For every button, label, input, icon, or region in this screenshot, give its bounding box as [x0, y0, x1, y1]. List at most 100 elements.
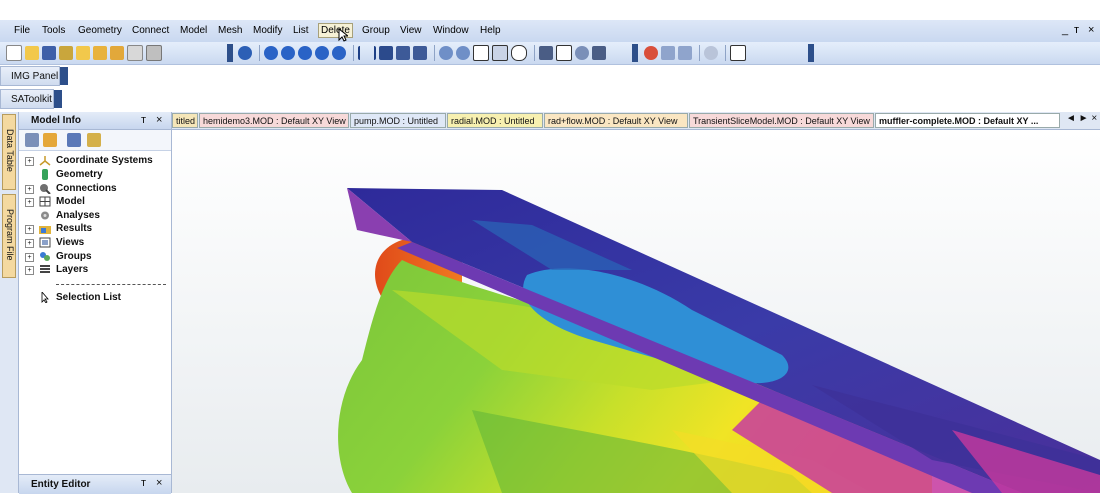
settings-icon[interactable]	[704, 46, 718, 60]
new-file-icon[interactable]	[6, 45, 22, 61]
toolbar-grip[interactable]	[227, 44, 233, 62]
rotate-up-icon[interactable]	[298, 46, 312, 60]
pick-icon[interactable]	[661, 46, 675, 60]
toolbar-grip-3[interactable]	[808, 44, 814, 62]
select-box-icon[interactable]	[678, 46, 692, 60]
globe-icon[interactable]	[238, 46, 252, 60]
pan-icon[interactable]	[358, 46, 376, 60]
entity-editor-title: Entity Editor	[31, 479, 91, 490]
print-icon[interactable]	[146, 45, 162, 61]
tree-sort-icon[interactable]	[67, 133, 81, 147]
expand-icon[interactable]: +	[25, 253, 34, 262]
key-icon[interactable]	[59, 46, 73, 60]
tree-item-connections[interactable]: + Connections	[19, 183, 171, 196]
layers-icon	[40, 265, 50, 273]
autoscale-icon[interactable]	[492, 45, 508, 61]
toolbar-grip-2[interactable]	[632, 44, 638, 62]
close-window-button[interactable]: ×	[1088, 24, 1094, 36]
close-icon[interactable]: ×	[156, 114, 162, 126]
tree-options-icon[interactable]	[25, 133, 39, 147]
view-options-icon[interactable]	[575, 46, 589, 60]
data-table-tab[interactable]: Data Table	[2, 114, 16, 190]
tree-label: Connections	[56, 183, 117, 194]
tree-action-icon[interactable]	[43, 133, 57, 147]
minimize-button[interactable]: _	[1062, 24, 1068, 36]
tree-item-views[interactable]: + Views	[19, 237, 171, 250]
menu-view[interactable]: View	[398, 24, 424, 37]
menu-connect[interactable]: Connect	[130, 24, 171, 37]
tree-label: Views	[56, 237, 85, 248]
restore-button[interactable]: т	[1074, 24, 1079, 36]
menu-geometry[interactable]: Geometry	[76, 24, 124, 37]
expand-icon[interactable]: +	[25, 157, 34, 166]
folder-icon[interactable]	[76, 46, 90, 60]
tree-item-groups[interactable]: + Groups	[19, 251, 171, 264]
doc-tab-untitled[interactable]: titled	[172, 113, 198, 128]
render-icon[interactable]	[539, 46, 553, 60]
export-icon[interactable]	[110, 46, 124, 60]
print-preview-icon[interactable]	[127, 45, 143, 61]
satoolkit-toolbar[interactable]: SAToolkit	[0, 89, 54, 109]
tree-item-coordinate-systems[interactable]: + Coordinate Systems	[19, 155, 171, 168]
tree-item-selection-list[interactable]: Selection List	[19, 292, 171, 305]
img-panel-grip[interactable]	[60, 67, 68, 85]
tree-divider	[56, 284, 166, 285]
doc-tab-radial[interactable]: radial.MOD : Untitled	[447, 113, 543, 128]
expand-icon[interactable]: +	[25, 185, 34, 194]
entity-editor-header: Entity Editor т ×	[19, 474, 171, 494]
window-icon[interactable]	[730, 45, 746, 61]
toolbar-view-group	[238, 44, 609, 62]
img-panel-toolbar[interactable]: IMG Panel	[0, 66, 60, 86]
rotate-right-icon[interactable]	[281, 46, 295, 60]
select-entities-icon[interactable]	[644, 46, 658, 60]
menu-model[interactable]: Model	[178, 24, 209, 37]
rotate-cw-icon[interactable]	[332, 46, 346, 60]
expand-icon[interactable]: +	[25, 198, 34, 207]
doc-tab-transient-slice[interactable]: TransientSliceModel.MOD : Default XY Vie…	[689, 113, 874, 128]
doc-tab-muffler-complete[interactable]: muffler-complete.MOD : Default XY ...	[875, 113, 1060, 128]
expand-icon[interactable]: +	[25, 225, 34, 234]
tree-label: Layers	[56, 264, 89, 275]
tree-item-geometry[interactable]: Geometry	[19, 169, 171, 182]
pin-icon[interactable]: т	[141, 114, 146, 126]
menu-window[interactable]: Window	[431, 24, 471, 37]
pin-icon[interactable]: т	[141, 477, 146, 489]
menu-bar: File Tools Geometry Connect Model Mesh M…	[0, 20, 1100, 43]
tree-item-analyses[interactable]: Analyses	[19, 210, 171, 223]
tree-filter-icon[interactable]	[87, 133, 101, 147]
menu-group[interactable]: Group	[360, 24, 392, 37]
expand-icon[interactable]: +	[25, 239, 34, 248]
wireframe-icon[interactable]	[556, 45, 572, 61]
menu-help[interactable]: Help	[478, 24, 503, 37]
menu-list[interactable]: List	[291, 24, 311, 37]
zoom-in-icon[interactable]	[439, 46, 453, 60]
import-icon[interactable]	[93, 46, 107, 60]
save-icon[interactable]	[42, 46, 56, 60]
model-viewport[interactable]	[172, 130, 1100, 493]
center-icon[interactable]	[511, 45, 527, 61]
layers-stack-icon[interactable]	[592, 46, 606, 60]
menu-modify[interactable]: Modify	[251, 24, 284, 37]
expand-icon[interactable]: +	[25, 266, 34, 275]
rotate-z-icon[interactable]	[413, 46, 427, 60]
satoolkit-grip[interactable]	[54, 90, 62, 108]
open-folder-icon[interactable]	[25, 46, 39, 60]
menu-mesh[interactable]: Mesh	[216, 24, 244, 37]
zoom-out-icon[interactable]	[456, 46, 470, 60]
zoom-window-icon[interactable]	[473, 45, 489, 61]
tree-item-model[interactable]: + Model	[19, 196, 171, 209]
doc-tab-rad-flow[interactable]: rad+flow.MOD : Default XY View	[544, 113, 688, 128]
close-icon[interactable]: ×	[156, 477, 162, 489]
menu-tools[interactable]: Tools	[40, 24, 67, 37]
menu-file[interactable]: File	[12, 24, 32, 37]
doc-tab-hemidemo3[interactable]: hemidemo3.MOD : Default XY View	[199, 113, 349, 128]
rotate-left-icon[interactable]	[264, 46, 278, 60]
rotate-y-icon[interactable]	[396, 46, 410, 60]
program-file-tab[interactable]: Program File	[2, 194, 16, 278]
doc-tab-pump[interactable]: pump.MOD : Untitled	[350, 113, 446, 128]
tab-scroll-controls[interactable]: ◄ ► ×	[1066, 113, 1097, 124]
tree-item-layers[interactable]: + Layers	[19, 264, 171, 277]
rotate-xy-icon[interactable]	[379, 46, 393, 60]
rotate-down-icon[interactable]	[315, 46, 329, 60]
tree-item-results[interactable]: + Results	[19, 223, 171, 236]
